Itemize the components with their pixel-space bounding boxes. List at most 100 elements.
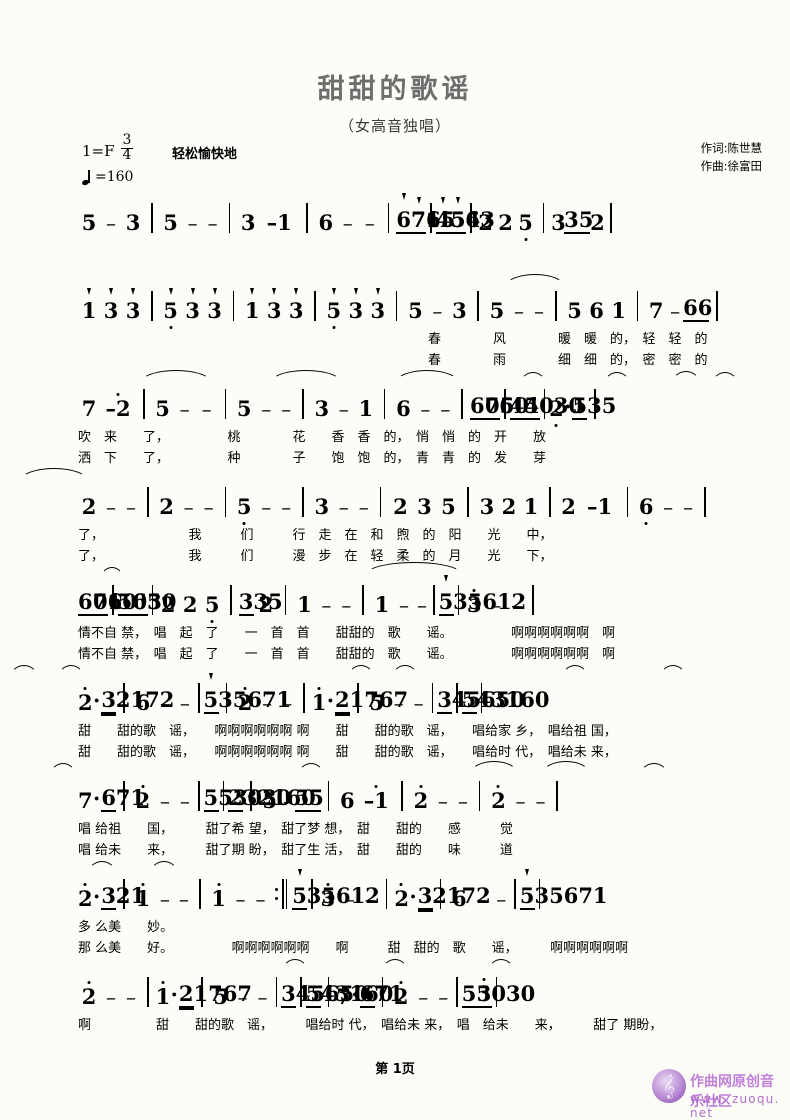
note: 3 <box>479 494 495 519</box>
beamed-group: 32172 <box>417 883 491 912</box>
barline <box>542 203 545 233</box>
note: – <box>106 211 116 235</box>
note: 2 <box>78 986 100 1008</box>
note: 21767 <box>335 687 409 712</box>
measure: 335 2 <box>238 591 283 616</box>
site-watermark: 𝄞 作曲网原创音乐社区 www. zuoqu. net <box>648 1063 780 1120</box>
barline <box>275 977 278 1007</box>
note: – <box>235 887 246 911</box>
note: – <box>178 887 189 911</box>
barline <box>704 487 706 517</box>
measure: 3 – – <box>311 496 373 519</box>
beamed-group: 535612 <box>438 575 526 616</box>
note: 2 <box>501 494 517 519</box>
barline <box>224 487 227 517</box>
measure: 676 050 <box>469 393 529 420</box>
barline <box>532 585 534 615</box>
note: – <box>201 397 212 421</box>
composer-credit: 作曲:徐富田 <box>700 158 762 173</box>
beamed-group: 543160 <box>305 983 393 1008</box>
note: 5 <box>213 984 228 1009</box>
music-system-8: 2 · 321 1 – – 1 – – <box>0 861 790 968</box>
note: – <box>476 887 487 911</box>
note: – <box>179 789 190 813</box>
note: – <box>533 299 544 323</box>
watermark-url: www. zuoqu. net <box>690 1092 780 1120</box>
note: – <box>683 495 694 519</box>
sheet-music-page: 甜甜的歌谣 （女高音独唱） 1=F 3 4 =160 轻松愉快地 作词:陈世慧 … <box>0 0 790 1120</box>
note: 3 <box>263 288 285 322</box>
note: 765 <box>411 197 455 231</box>
measure: 2 2 5 <box>157 594 223 616</box>
note: –1 <box>587 494 613 519</box>
note: 5 <box>441 494 456 519</box>
note: 7 <box>78 788 93 813</box>
measure: 5 – 3 <box>78 210 144 235</box>
measure: 671 060 <box>78 591 137 616</box>
note: 1 <box>523 494 539 519</box>
lyrics-verse-2: 唱 给未 来， 甜了期 盼， 甜了生 活， 甜 甜的 味 道 <box>78 843 513 858</box>
measure: 5 3 3 <box>323 288 389 322</box>
measure: 2 – – <box>78 495 140 519</box>
score-metadata: 1=F 3 4 =160 轻松愉快地 作词:陈世慧 作曲:徐富田 <box>0 133 790 194</box>
lyrics-verse-1: 啊 甜 甜的歌 谣， 唱给时 代， 唱给未 来， 唱 给未 来， 甜了 期盼， <box>78 1018 663 1033</box>
lyrics-verse-2: 甜 甜的歌 谣， 啊啊啊啊啊啊 啊 甜 甜的歌 谣， 唱给时 代， 唱给未 来， <box>78 745 617 760</box>
note: 5 <box>323 288 345 322</box>
barline <box>385 879 388 909</box>
measure: 6 – – <box>448 887 510 911</box>
measure: 2 – – <box>234 692 296 715</box>
lyrics-verse-1: 春 风 暖 暖 的， 轻 轻 的 <box>428 332 708 347</box>
note: 6 <box>339 788 355 813</box>
note: 535 <box>572 395 616 417</box>
note: 671 <box>101 787 145 809</box>
lyrics-verse-1: 吹 来 了， 桃 花 香 香 的， 悄 悄 的 开 放 <box>78 430 547 445</box>
note: 535612 <box>292 869 380 907</box>
note: 2 <box>160 592 176 617</box>
music-system-1: 5 – 3 5 – – 3 –1 6 – – 671 765 456 543 2… <box>0 193 790 282</box>
barline <box>143 389 145 419</box>
measure: 3 – – <box>463 594 525 617</box>
note: 345650 <box>437 687 525 712</box>
note: – <box>126 495 136 519</box>
barline <box>197 683 200 713</box>
note: 3 <box>125 210 141 235</box>
beamed-group: 671 <box>396 193 440 234</box>
note: 1 <box>374 592 390 617</box>
measure: 5 6 1 <box>564 300 630 322</box>
lyrics-block: 啊 甜 甜的歌 谣， 唱给时 代， 唱给未 来， 唱 给未 来， 甜了 期盼， <box>78 1014 770 1058</box>
note: 2 <box>561 494 576 519</box>
note: 050 <box>484 393 529 418</box>
note: 32172 <box>417 883 491 908</box>
barline <box>228 203 231 233</box>
beamed-group: 21767 <box>178 983 252 1010</box>
barline <box>327 781 330 811</box>
barline <box>362 585 364 615</box>
note: – <box>398 593 409 617</box>
lyrics-block: 唱 给祖 国， 甜了希 望， 甜了梦 想， 甜 甜的 感 觉 唱 给未 来， 甜… <box>78 818 770 862</box>
note: – <box>418 985 429 1009</box>
note: 1 <box>155 984 171 1009</box>
barline <box>514 879 516 909</box>
time-signature: 3 4 <box>120 133 134 163</box>
time-signature-denominator: 4 <box>122 146 132 163</box>
note: 3 <box>345 288 367 322</box>
note-row: 5 – 3 5 – – 3 –1 6 – – 671 765 456 543 2… <box>78 193 770 235</box>
page-title: 甜甜的歌谣 <box>317 74 473 105</box>
measure: 2 –1 <box>558 496 620 518</box>
note: 3 <box>100 288 122 322</box>
note: – <box>106 495 116 519</box>
note: 030 <box>132 589 177 614</box>
barline <box>306 203 308 233</box>
note: 2 <box>410 790 432 812</box>
note: 1 <box>132 888 154 910</box>
augmentation-dot: · <box>93 786 101 811</box>
note: 1 <box>208 888 230 910</box>
barline <box>198 879 201 909</box>
measure: 7 · 671 <box>78 786 145 813</box>
note: 5 <box>408 298 423 323</box>
note: – <box>341 593 352 617</box>
measure: 5 – – <box>233 496 295 519</box>
note: – <box>420 397 431 421</box>
note: – <box>535 789 546 813</box>
measure: 535612 <box>438 575 526 616</box>
